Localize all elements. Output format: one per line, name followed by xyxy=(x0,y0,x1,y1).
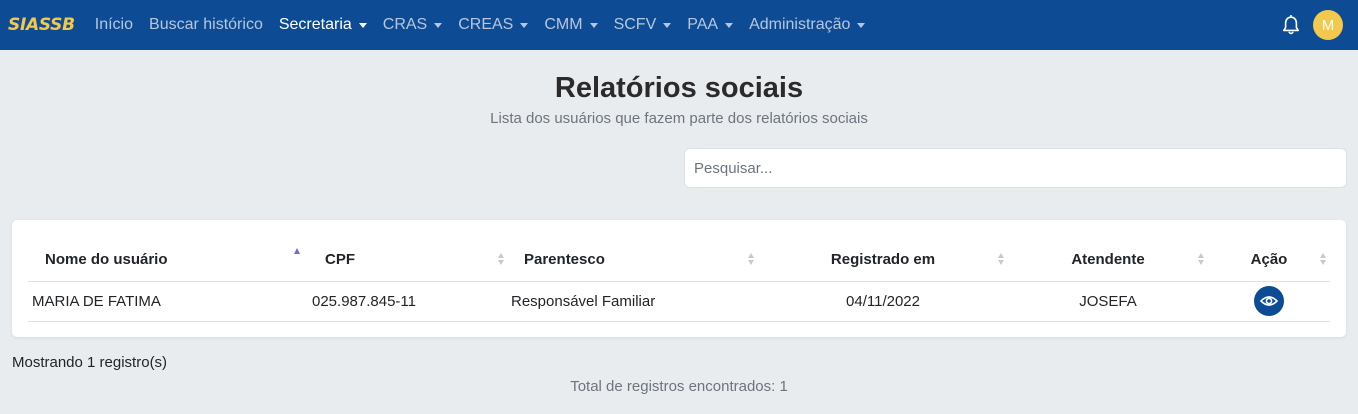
sort-icon xyxy=(748,253,754,266)
records-total-text: Total de registros encontrados: 1 xyxy=(570,378,788,395)
table-row: MARIA DE FATIMA 025.987.845-11 Responsáv… xyxy=(28,281,1330,322)
column-header-registrado[interactable]: Registrado em xyxy=(758,238,1008,282)
nav-right: M xyxy=(1281,0,1343,50)
nav-link-label: PAA xyxy=(687,16,719,33)
table-card: Nome do usuário CPF Parentesco Registrad… xyxy=(12,220,1346,337)
nav-link-label: Buscar histórico xyxy=(149,16,263,33)
caret-down-icon xyxy=(857,22,866,28)
nav-link-label: CMM xyxy=(544,16,583,33)
view-button[interactable] xyxy=(1254,286,1284,316)
caret-down-icon xyxy=(663,22,672,28)
column-header-nome[interactable]: Nome do usuário xyxy=(28,238,308,282)
records-showing-text: Mostrando 1 registro(s) xyxy=(12,354,168,371)
caret-down-icon xyxy=(725,22,734,28)
nav-link-administracao[interactable]: Administração xyxy=(741,16,873,34)
caret-down-icon xyxy=(434,22,443,28)
nav-link-creas[interactable]: CREAS xyxy=(450,16,536,34)
nav-link-paa[interactable]: PAA xyxy=(679,16,741,34)
sort-ascending-icon xyxy=(294,248,300,254)
top-navbar: SIASSB Início Buscar histórico Secretari… xyxy=(0,0,1358,50)
nav-link-cmm[interactable]: CMM xyxy=(536,16,605,34)
search-input[interactable] xyxy=(684,148,1347,188)
bell-icon[interactable] xyxy=(1281,14,1301,36)
nav-link-cras[interactable]: CRAS xyxy=(375,16,450,34)
sort-icon xyxy=(1198,253,1204,266)
nav-link-label: Secretaria xyxy=(278,16,352,33)
nav-link-label: CRAS xyxy=(382,16,428,33)
caret-down-icon xyxy=(589,22,598,28)
table-header-row: Nome do usuário CPF Parentesco Registrad… xyxy=(28,238,1330,282)
caret-down-icon xyxy=(520,22,529,28)
column-header-label: Nome do usuário xyxy=(45,250,168,268)
nav-links: Início Buscar histórico Secretaria CRAS … xyxy=(87,16,874,34)
cell-parentesco: Responsável Familiar xyxy=(508,281,758,322)
caret-down-icon xyxy=(358,22,367,28)
column-header-label: Ação xyxy=(1250,250,1288,268)
page-title: Relatórios sociais xyxy=(554,72,804,104)
sort-icon xyxy=(998,253,1004,266)
column-header-label: Atendente xyxy=(1071,250,1145,268)
column-header-atendente[interactable]: Atendente xyxy=(1008,238,1208,282)
column-header-label: Parentesco xyxy=(524,250,605,268)
nav-link-label: Início xyxy=(94,16,134,33)
avatar[interactable]: M xyxy=(1313,10,1343,40)
cell-registrado: 04/11/2022 xyxy=(758,281,1008,322)
page-subtitle: Lista dos usuários que fazem parte dos r… xyxy=(490,110,868,127)
nav-link-secretaria[interactable]: Secretaria xyxy=(271,16,375,34)
brand-logo[interactable]: SIASSB xyxy=(8,15,75,35)
cell-acao xyxy=(1208,281,1330,322)
nav-link-inicio[interactable]: Início xyxy=(87,16,141,34)
column-header-acao[interactable]: Ação xyxy=(1208,238,1330,282)
column-header-label: CPF xyxy=(325,250,355,268)
sort-icon xyxy=(498,253,504,266)
column-header-label: Registrado em xyxy=(830,250,936,268)
sort-icon xyxy=(1320,253,1326,266)
cell-atendente: JOSEFA xyxy=(1008,281,1208,322)
cell-nome: MARIA DE FATIMA xyxy=(28,281,308,322)
nav-link-scfv[interactable]: SCFV xyxy=(606,16,680,34)
nav-link-label: CREAS xyxy=(458,16,514,33)
nav-link-buscar-historico[interactable]: Buscar histórico xyxy=(141,16,271,34)
nav-link-label: SCFV xyxy=(613,16,657,33)
cell-cpf: 025.987.845-11 xyxy=(308,281,508,322)
eye-icon xyxy=(1260,296,1278,306)
relatorios-table: Nome do usuário CPF Parentesco Registrad… xyxy=(28,238,1330,322)
nav-link-label: Administração xyxy=(749,16,851,33)
column-header-cpf[interactable]: CPF xyxy=(308,238,508,282)
column-header-parentesco[interactable]: Parentesco xyxy=(508,238,758,282)
